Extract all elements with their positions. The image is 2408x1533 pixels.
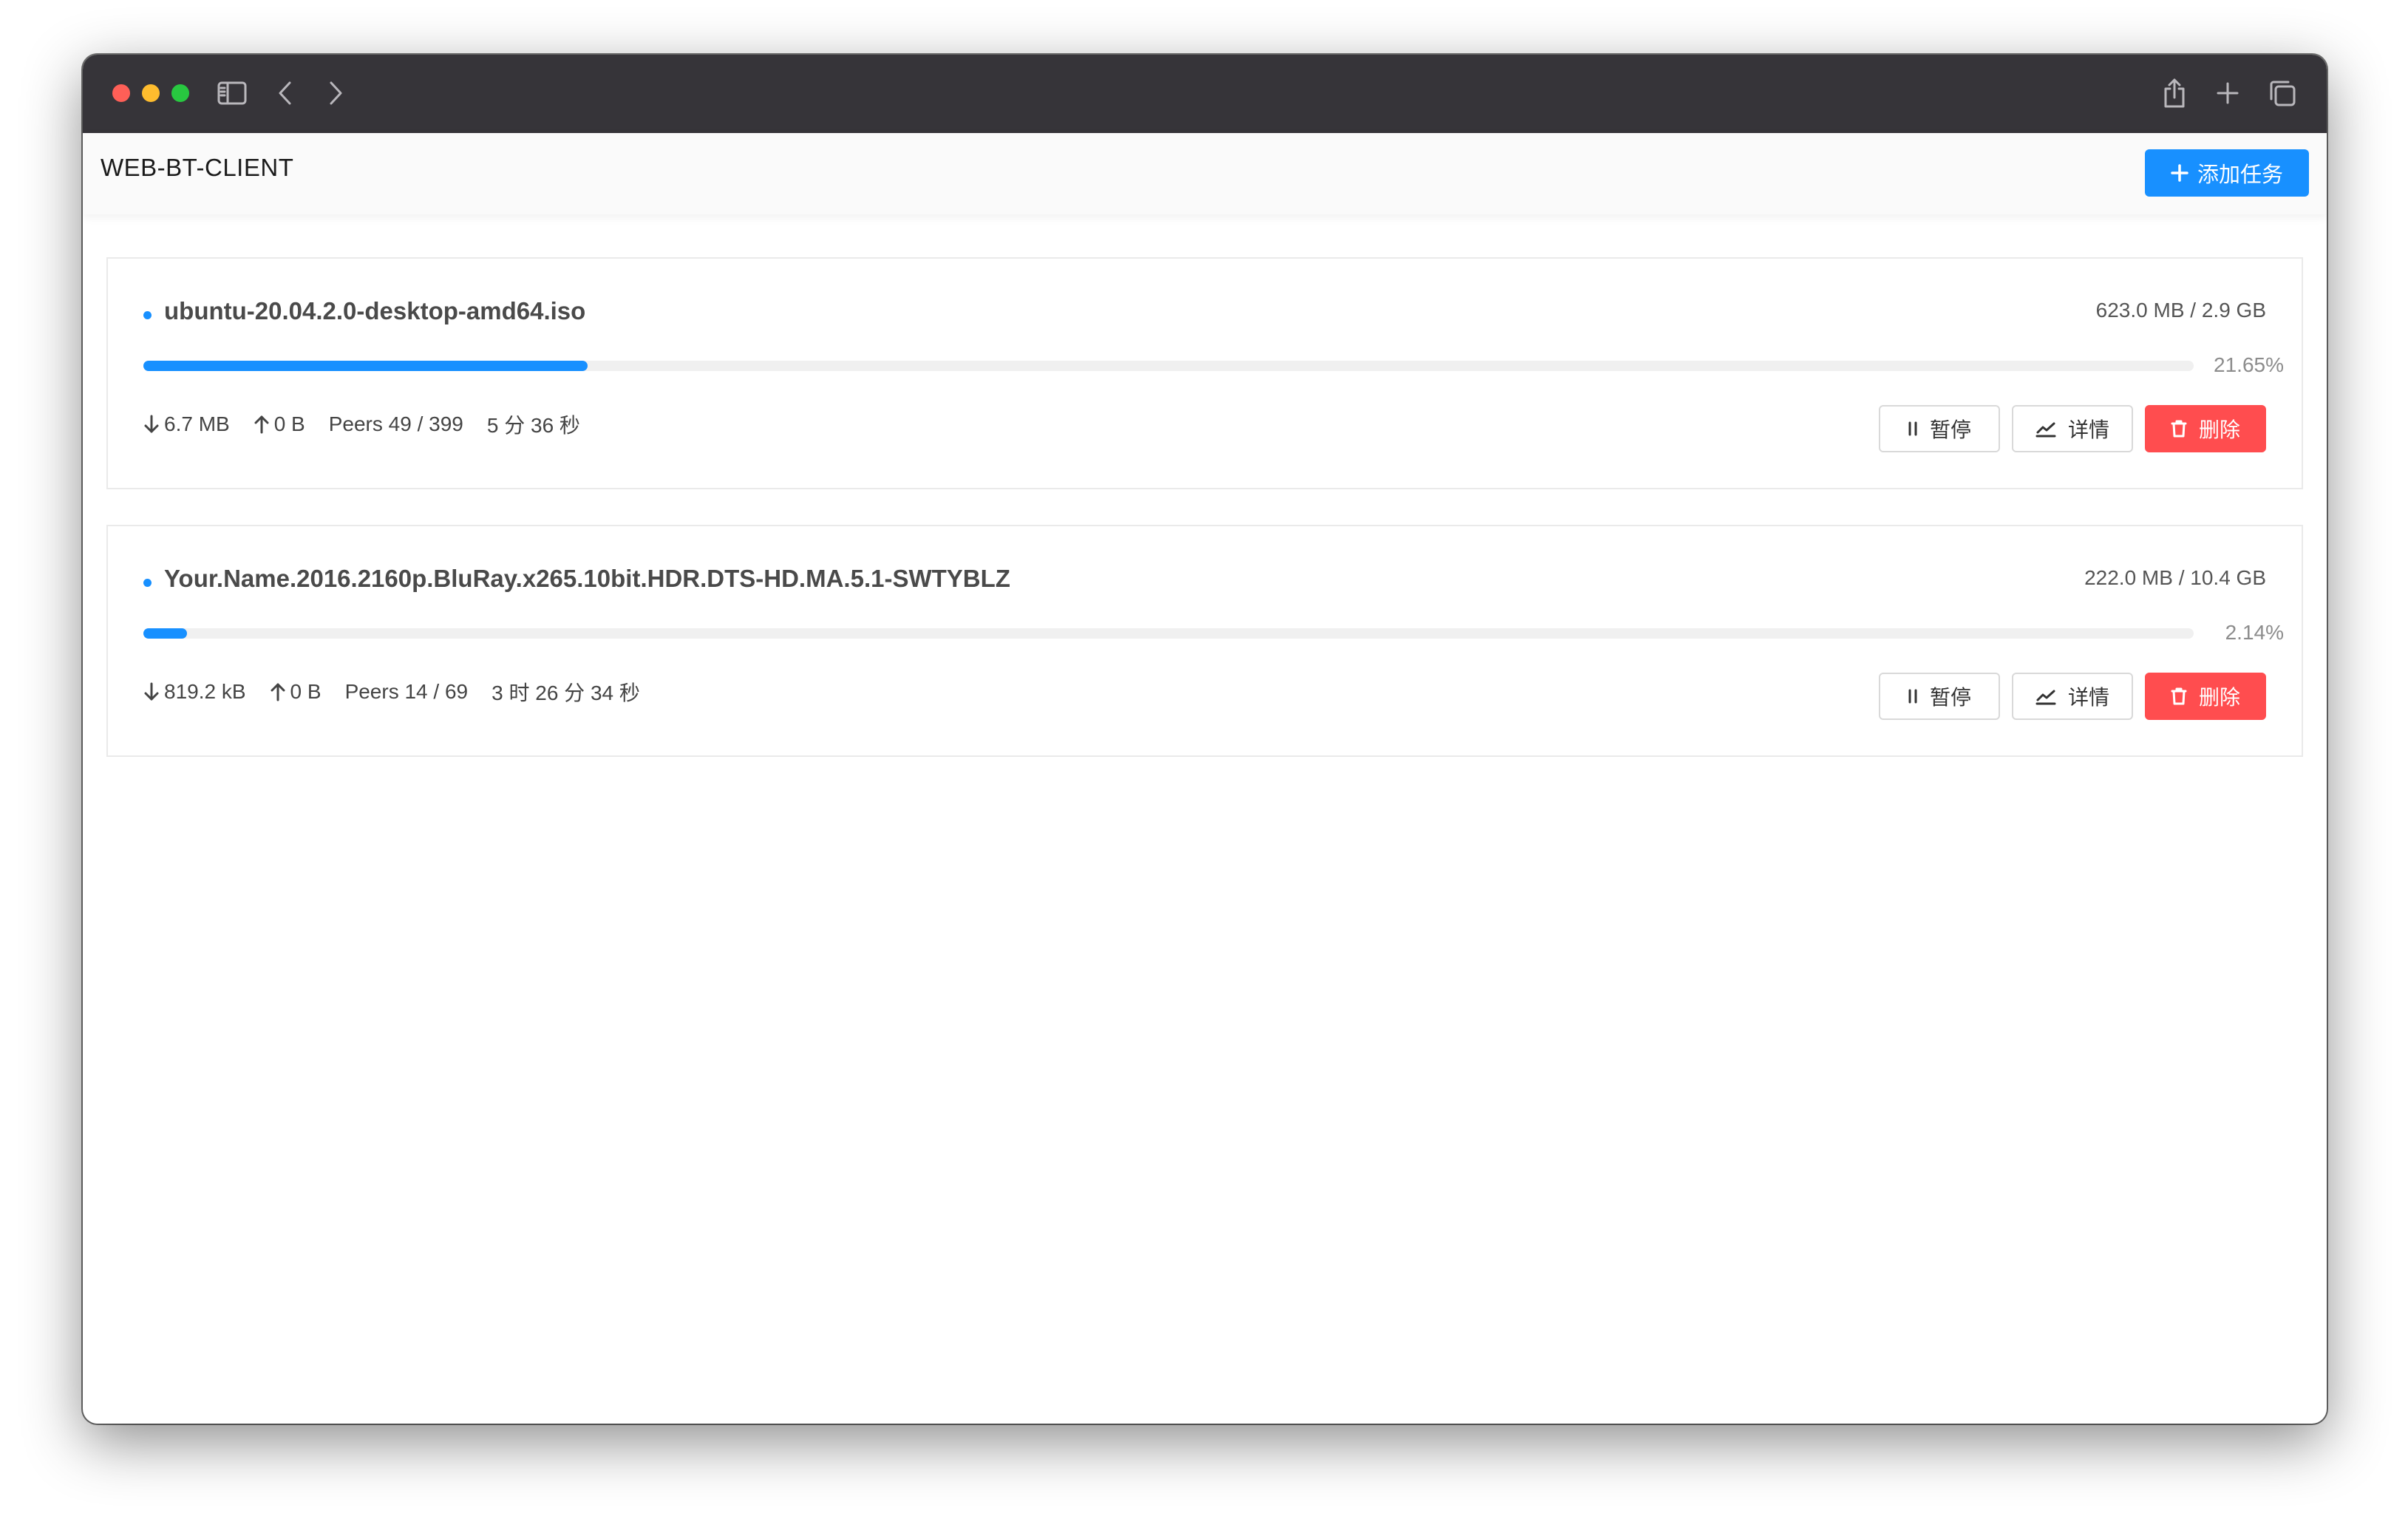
trash-icon: [2171, 687, 2187, 705]
progress-fill: [143, 361, 588, 371]
tabs-overview-icon[interactable]: [2268, 78, 2297, 108]
upload-speed: 0 B: [254, 412, 305, 436]
task-stats: 819.2 kB 0 B Peers 14 / 69 3 时 26 分 34 秒: [143, 677, 640, 707]
share-icon[interactable]: [2160, 78, 2189, 108]
chevron-right-icon[interactable]: [321, 78, 350, 108]
task-name: ubuntu-20.04.2.0-desktop-amd64.iso: [164, 297, 586, 324]
detail-button[interactable]: 详情: [2012, 673, 2133, 720]
task-actions: 暂停 详情 删除: [1879, 405, 2266, 452]
arrow-up-icon: [254, 415, 269, 434]
status-dot: [143, 579, 152, 587]
delete-label: 删除: [2198, 686, 2240, 709]
detail-label: 详情: [2067, 418, 2109, 441]
eta: 3 时 26 分 34 秒: [492, 681, 640, 704]
pause-icon: [1908, 421, 1917, 436]
download-speed-value: 6.7 MB: [164, 412, 230, 435]
task-size: 222.0 MB / 10.4 GB: [2084, 566, 2266, 589]
trash-icon: [2171, 420, 2187, 438]
upload-speed-value: 0 B: [290, 680, 322, 703]
browser-titlebar: [83, 55, 2327, 133]
task-card: Your.Name.2016.2160p.BluRay.x265.10bit.H…: [106, 525, 2303, 757]
arrow-down-icon: [144, 415, 159, 433]
download-speed: 819.2 kB: [143, 680, 246, 704]
line-chart-icon: [2035, 422, 2056, 438]
add-task-label: 添加任务: [2197, 163, 2283, 187]
app-header: WEB-BT-CLIENT 添加任务: [83, 133, 2327, 214]
app-title: WEB-BT-CLIENT: [101, 154, 294, 181]
close-window-button[interactable]: [112, 84, 130, 102]
pause-label: 暂停: [1929, 686, 1971, 709]
sidebar-icon[interactable]: [217, 78, 247, 108]
browser-window: WEB-BT-CLIENT 添加任务 ubuntu-20.04.2.0-desk…: [83, 55, 2327, 1424]
pause-label: 暂停: [1929, 418, 1971, 441]
task-size: 623.0 MB / 2.9 GB: [2095, 299, 2266, 322]
arrow-down-icon: [144, 682, 159, 701]
delete-label: 删除: [2198, 418, 2240, 441]
zoom-window-button[interactable]: [171, 84, 189, 102]
progress-fill: [143, 628, 188, 639]
delete-button[interactable]: 删除: [2145, 405, 2266, 452]
plus-icon[interactable]: [2213, 78, 2242, 108]
pause-button[interactable]: 暂停: [1879, 405, 2000, 452]
minimize-window-button[interactable]: [142, 84, 160, 102]
task-name: Your.Name.2016.2160p.BluRay.x265.10bit.H…: [164, 565, 1010, 592]
task-stats: 6.7 MB 0 B Peers 49 / 399 5 分 36 秒: [143, 409, 580, 439]
progress-percent: 21.65%: [2214, 353, 2284, 376]
chevron-left-icon[interactable]: [271, 78, 300, 108]
download-speed-value: 819.2 kB: [164, 680, 246, 703]
detail-label: 详情: [2067, 686, 2109, 709]
peers-count: Peers 49 / 399: [328, 412, 463, 435]
peers-count: Peers 14 / 69: [344, 680, 469, 703]
plus-icon: [2171, 164, 2188, 182]
arrow-up-icon: [271, 683, 285, 701]
line-chart-icon: [2035, 690, 2056, 705]
detail-button[interactable]: 详情: [2012, 405, 2133, 452]
task-actions: 暂停 详情 删除: [1879, 673, 2266, 720]
progress-percent: 2.14%: [2225, 621, 2284, 644]
pause-button[interactable]: 暂停: [1879, 673, 2000, 720]
download-speed: 6.7 MB: [143, 412, 230, 436]
progress-bar: [143, 628, 2194, 639]
upload-speed: 0 B: [270, 680, 322, 704]
progress-bar: [143, 361, 2194, 371]
pause-icon: [1908, 689, 1917, 704]
delete-button[interactable]: 删除: [2145, 673, 2266, 720]
eta: 5 分 36 秒: [486, 414, 580, 437]
add-task-button[interactable]: 添加任务: [2145, 149, 2309, 197]
status-dot: [143, 311, 152, 319]
upload-speed-value: 0 B: [273, 412, 305, 435]
task-card: ubuntu-20.04.2.0-desktop-amd64.iso 623.0…: [106, 257, 2303, 489]
